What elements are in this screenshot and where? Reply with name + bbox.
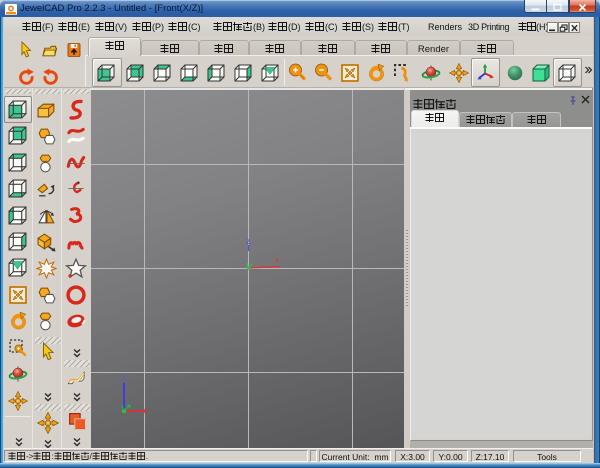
svg-text:z: z	[122, 372, 126, 382]
svg-text:z: z	[246, 236, 250, 246]
svg-text:x: x	[275, 256, 279, 265]
